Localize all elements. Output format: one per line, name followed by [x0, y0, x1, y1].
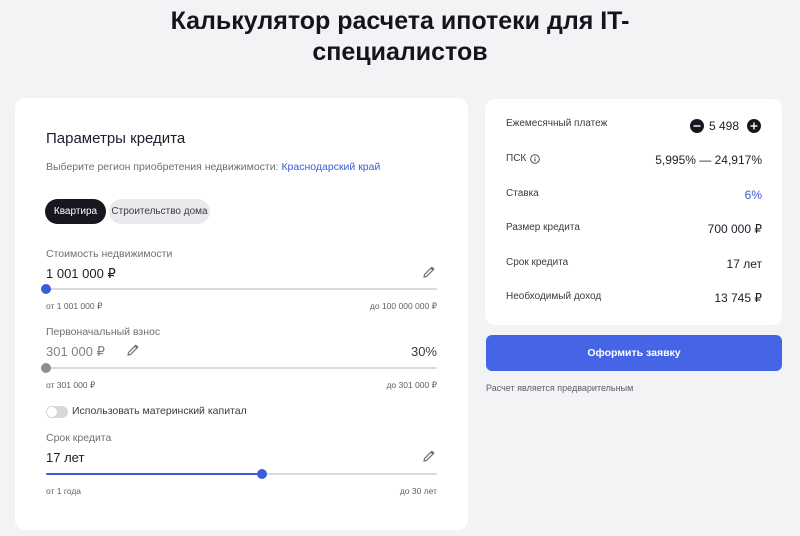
- down-payment-percent: 30%: [410, 344, 437, 359]
- maternity-capital-toggle[interactable]: [46, 406, 68, 418]
- card-title: Параметры кредита: [46, 130, 186, 147]
- loan-term-slider-fill: [46, 473, 262, 475]
- tab-house-construction[interactable]: Строительство дома: [109, 199, 210, 224]
- loan-amount-label: Размер кредита: [506, 222, 580, 233]
- down-payment-label: Первоначальный взнос: [46, 326, 161, 338]
- loan-amount-value: 700 000 ₽: [707, 222, 762, 236]
- property-cost-label: Стоимость недвижимости: [46, 248, 173, 260]
- apply-button[interactable]: Оформить заявку: [486, 335, 782, 371]
- rate-value: 6%: [744, 188, 762, 202]
- pencil-icon[interactable]: [421, 448, 437, 464]
- required-income-label: Необходимый доход: [506, 291, 602, 302]
- loan-term-summary-label: Срок кредита: [506, 257, 569, 268]
- pencil-icon[interactable]: [421, 264, 437, 280]
- credit-parameters-card: Параметры кредита Выберите регион приобр…: [15, 98, 468, 530]
- down-payment-max: до 301 000 ₽: [386, 380, 437, 390]
- down-payment-input[interactable]: 301 000 ₽: [46, 344, 105, 360]
- info-icon[interactable]: [530, 154, 540, 164]
- monthly-payment-label: Ежемесячный платеж: [506, 118, 608, 129]
- region-link[interactable]: Краснодарский край: [281, 161, 380, 173]
- psk-label: ПСК: [506, 153, 527, 164]
- property-cost-input[interactable]: 1 001 000 ₽: [46, 266, 116, 282]
- loan-term-slider-thumb[interactable]: [257, 469, 267, 479]
- rate-label: Ставка: [506, 188, 539, 199]
- page-title-line-1: Калькулятор расчета ипотеки для IT-: [170, 7, 630, 35]
- summary-card: Ежемесячный платеж 5 498 ПСК 5,995% — 24…: [485, 99, 782, 325]
- page-title: Калькулятор расчета ипотеки для IT- спец…: [0, 6, 800, 68]
- maternity-capital-label: Использовать материнский капитал: [72, 405, 247, 417]
- toggle-knob: [47, 407, 57, 417]
- loan-term-slider-track[interactable]: [46, 473, 437, 475]
- property-cost-max: до 100 000 000 ₽: [369, 301, 437, 311]
- plus-circle-icon[interactable]: [747, 119, 761, 133]
- pencil-icon[interactable]: [125, 342, 141, 358]
- loan-term-summary-value: 17 лет: [726, 257, 762, 271]
- property-cost-slider-track[interactable]: [46, 288, 437, 290]
- tab-apartment[interactable]: Квартира: [45, 199, 106, 224]
- loan-term-min: от 1 года: [46, 486, 82, 496]
- region-selector: Выберите регион приобретения недвижимост…: [46, 161, 380, 173]
- loan-term-max: до 30 лет: [399, 486, 437, 496]
- property-cost-min: от 1 001 000 ₽: [46, 301, 103, 311]
- property-cost-slider-thumb[interactable]: [41, 284, 51, 294]
- region-prompt: Выберите регион приобретения недвижимост…: [46, 161, 282, 173]
- disclaimer: Расчет является предварительным: [486, 383, 634, 393]
- loan-term-label: Срок кредита: [46, 432, 112, 444]
- monthly-payment-value: 5 498: [709, 119, 740, 133]
- minus-circle-icon[interactable]: [690, 119, 704, 133]
- page-title-line-2: специалистов: [312, 38, 488, 66]
- down-payment-min: от 301 000 ₽: [46, 380, 96, 390]
- required-income-value: 13 745 ₽: [714, 291, 762, 305]
- down-payment-slider-track[interactable]: [46, 367, 437, 369]
- psk-value: 5,995% — 24,917%: [655, 153, 762, 167]
- loan-term-input[interactable]: 17 лет: [46, 450, 84, 465]
- down-payment-slider-thumb[interactable]: [41, 363, 51, 373]
